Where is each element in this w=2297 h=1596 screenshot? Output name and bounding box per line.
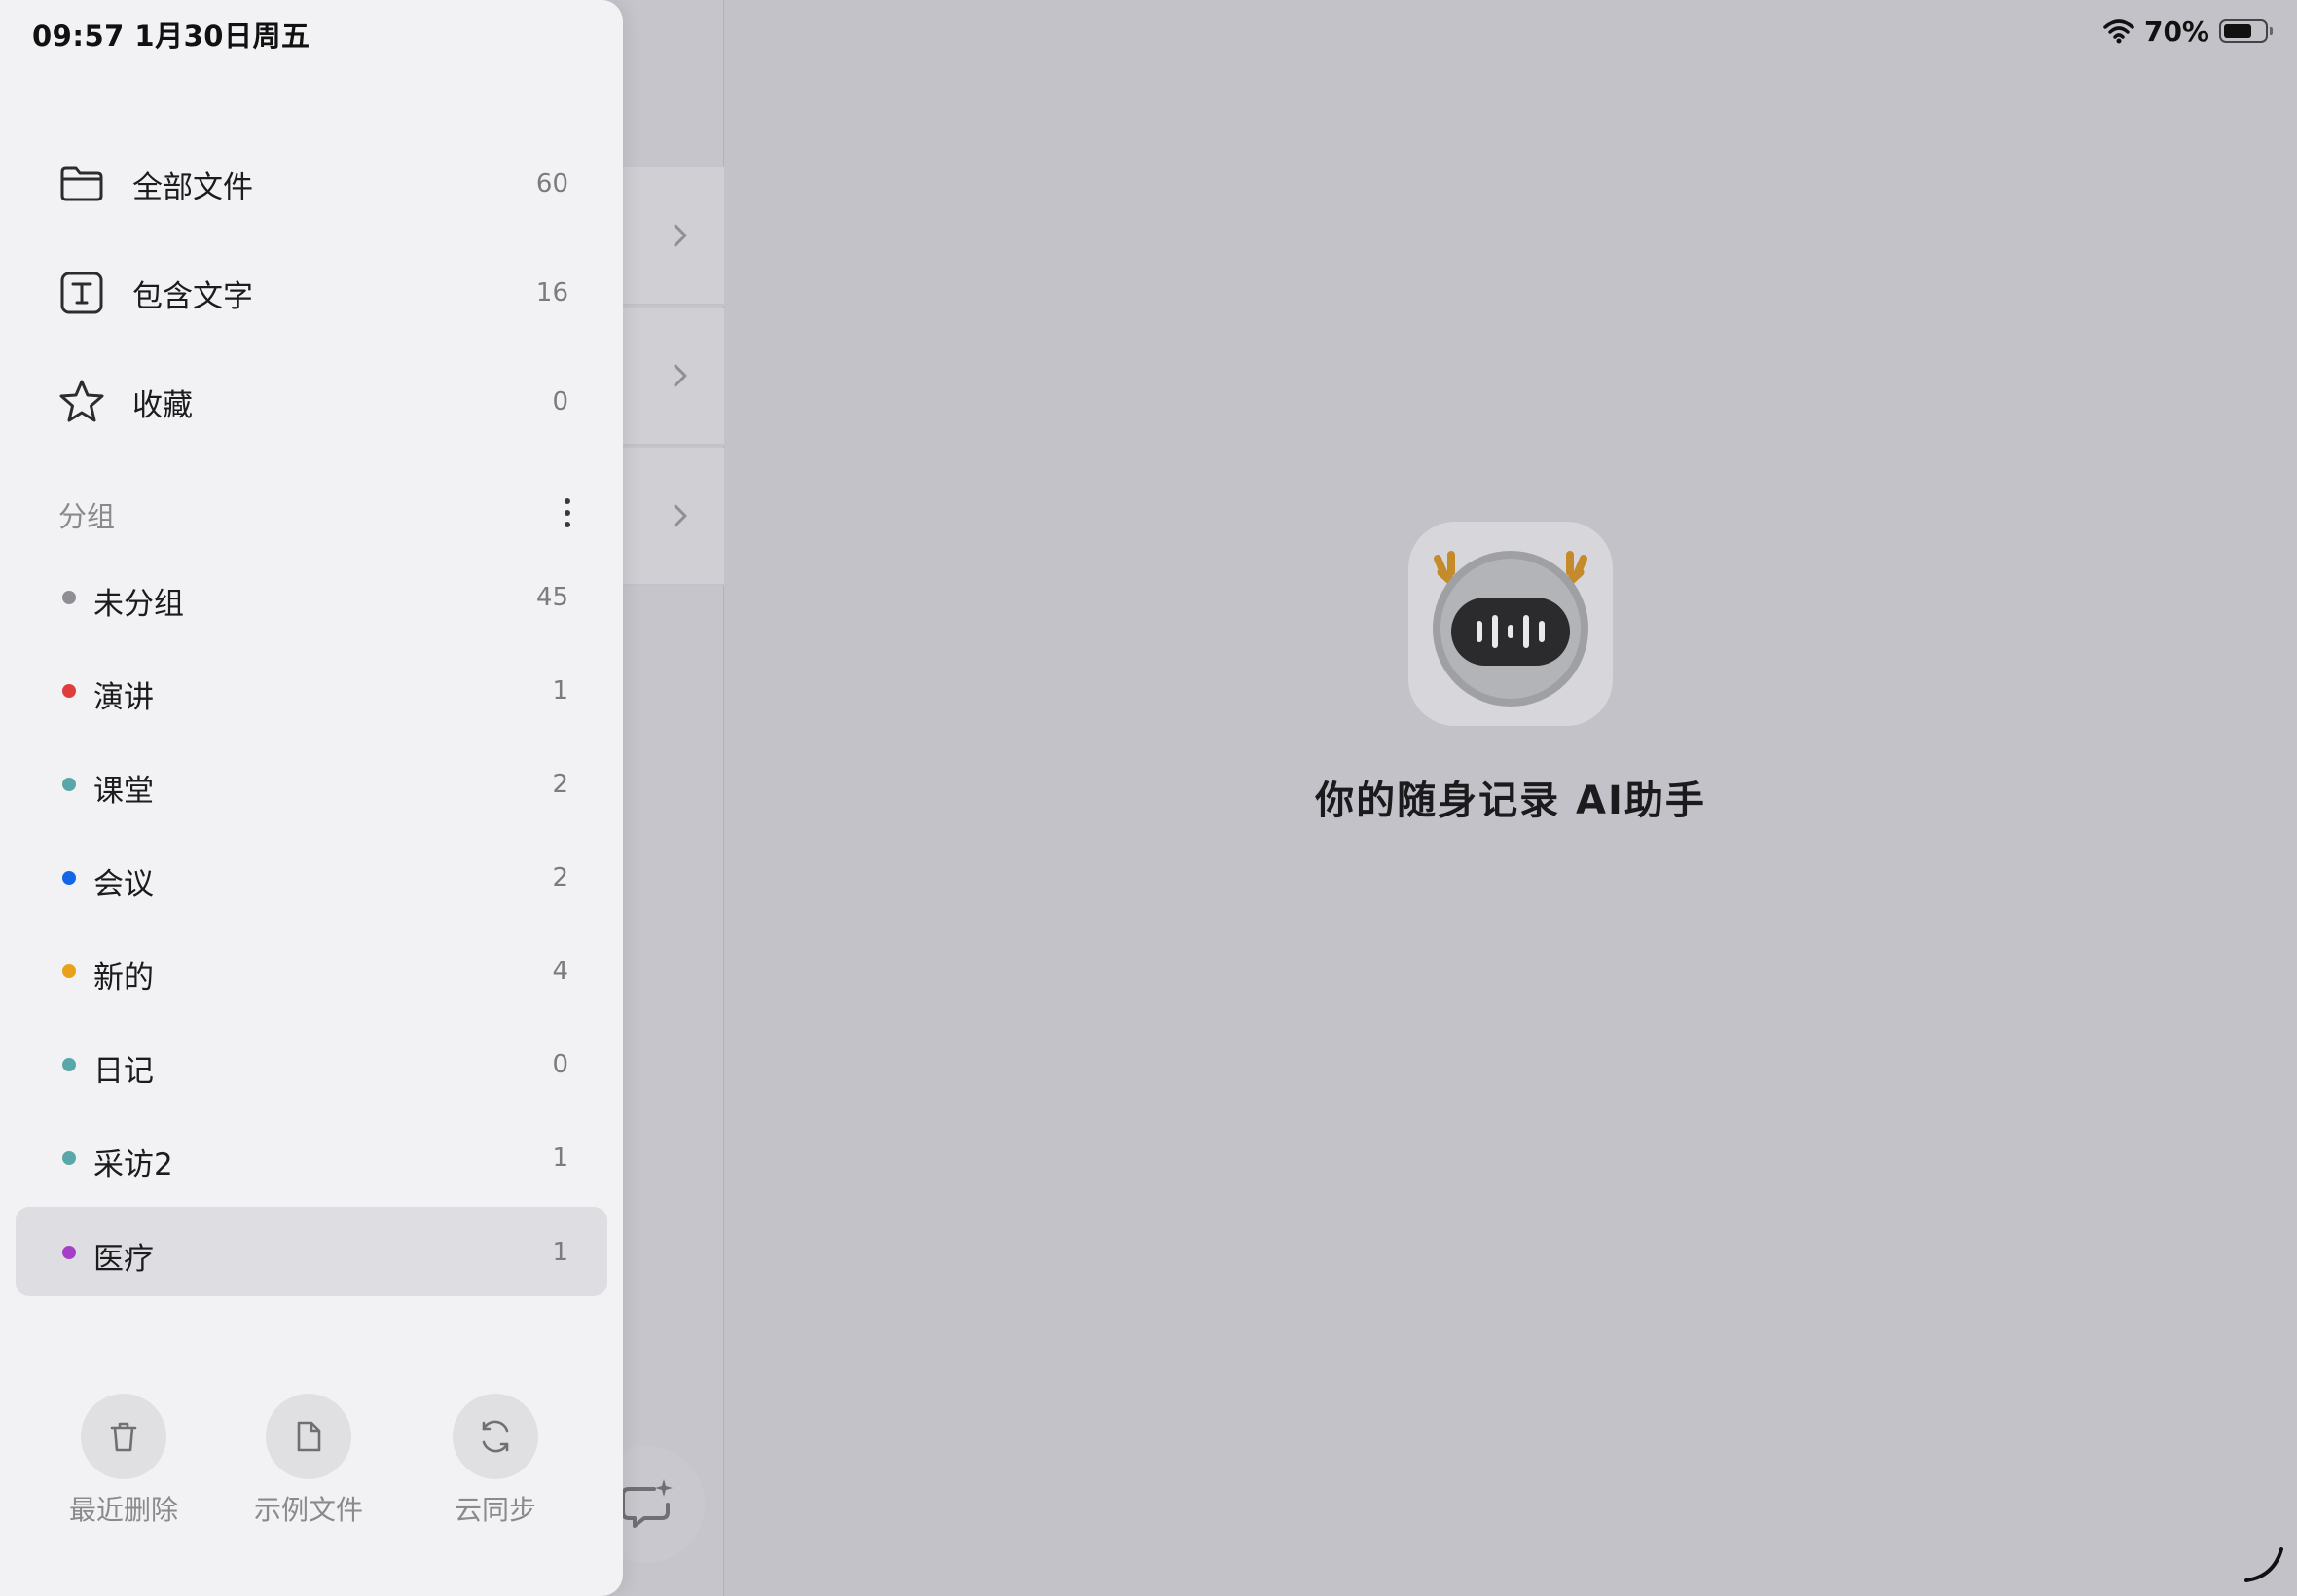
star-icon — [59, 380, 104, 422]
group-count: 45 — [535, 583, 568, 612]
chevron-right-icon — [674, 364, 687, 387]
sidebar-item-count: 16 — [535, 278, 568, 308]
group-count: 0 — [552, 1050, 568, 1079]
group-color-dot — [62, 1058, 76, 1071]
sidebar-item-contains-text[interactable]: 包含文字 16 — [0, 249, 623, 337]
group-color-dot — [62, 964, 76, 978]
sync-icon — [482, 1420, 509, 1453]
battery-fill — [2224, 24, 2251, 38]
sample-files-button[interactable]: 示例文件 — [226, 1394, 391, 1540]
group-item[interactable]: 演讲 1 — [16, 645, 607, 735]
cloud-sync-label: 云同步 — [454, 1494, 536, 1526]
more-options-icon[interactable] — [561, 492, 574, 533]
group-color-dot — [62, 778, 76, 791]
group-color-dot — [62, 1151, 76, 1165]
recently-deleted-button[interactable]: 最近删除 — [41, 1394, 206, 1540]
wifi-icon — [2103, 19, 2134, 44]
sidebar-item-label: 全部文件 — [132, 169, 253, 205]
document-icon — [297, 1421, 321, 1452]
sidebar-drawer: 09:57 1月30日周五 全部文件 60 包含文字 16 收藏 0 分组 未分… — [0, 0, 623, 1596]
sidebar-item-count: 60 — [535, 169, 568, 199]
group-item-selected[interactable]: 医疗 1 — [16, 1207, 607, 1296]
group-item[interactable]: 采访2 1 — [16, 1112, 607, 1202]
battery-percent: 70% — [2143, 15, 2209, 48]
battery-nub — [2270, 27, 2273, 35]
sample-files-label: 示例文件 — [253, 1494, 363, 1526]
groups-title: 分组 — [58, 500, 116, 533]
empty-state-tagline: 你的随身记录 AI助手 — [1315, 779, 1706, 823]
group-color-dot — [62, 591, 76, 604]
chevron-right-icon — [674, 224, 687, 247]
group-color-dot — [62, 684, 76, 698]
ai-chat-icon — [621, 1479, 673, 1528]
group-label: 课堂 — [93, 774, 154, 809]
group-count: 1 — [552, 1143, 568, 1173]
sidebar-item-all-files[interactable]: 全部文件 60 — [0, 140, 623, 228]
group-label: 会议 — [93, 867, 154, 902]
app-logo-tile — [1408, 522, 1613, 726]
trash-icon — [110, 1422, 137, 1452]
corner-indicator-icon — [2244, 1547, 2283, 1582]
battery-icon — [2219, 19, 2273, 43]
group-count: 1 — [552, 676, 568, 706]
sidebar-item-label: 收藏 — [132, 387, 193, 423]
recently-deleted-circle — [81, 1394, 166, 1479]
group-label: 演讲 — [93, 680, 154, 715]
recently-deleted-label: 最近删除 — [68, 1494, 178, 1526]
app-root: 你的随身记录 AI助手 70% 09:57 1月30日周五 全部文件 60 包含… — [0, 0, 2297, 1596]
sidebar-item-count: 0 — [552, 387, 568, 417]
group-count: 1 — [552, 1238, 568, 1267]
group-item[interactable]: 会议 2 — [16, 832, 607, 922]
group-color-dot — [62, 1246, 76, 1259]
robot-deer-icon — [1433, 551, 1588, 707]
sidebar-item-favorites[interactable]: 收藏 0 — [0, 358, 623, 446]
group-label: 日记 — [93, 1054, 154, 1089]
group-count: 4 — [552, 957, 568, 986]
group-label: 未分组 — [93, 587, 184, 622]
group-count: 2 — [552, 863, 568, 892]
cloud-sync-circle — [453, 1394, 538, 1479]
sidebar-item-label: 包含文字 — [132, 278, 253, 314]
group-item[interactable]: 课堂 2 — [16, 739, 607, 828]
group-item[interactable]: 未分组 45 — [16, 552, 607, 641]
group-label: 新的 — [93, 961, 154, 996]
status-time: 09:57 1月30日周五 — [32, 19, 310, 53]
folder-icon — [60, 166, 103, 201]
group-color-dot — [62, 871, 76, 885]
sample-files-circle — [266, 1394, 351, 1479]
group-item[interactable]: 新的 4 — [16, 925, 607, 1015]
group-label: 采访2 — [93, 1147, 173, 1182]
group-count: 2 — [552, 770, 568, 799]
groups-header: 分组 — [58, 492, 574, 533]
chevron-right-icon — [674, 504, 687, 527]
cloud-sync-button[interactable]: 云同步 — [413, 1394, 578, 1540]
group-label: 医疗 — [93, 1242, 154, 1277]
group-item[interactable]: 日记 0 — [16, 1019, 607, 1108]
text-t-icon — [60, 272, 103, 314]
status-bar-right: 70% — [2103, 14, 2273, 49]
